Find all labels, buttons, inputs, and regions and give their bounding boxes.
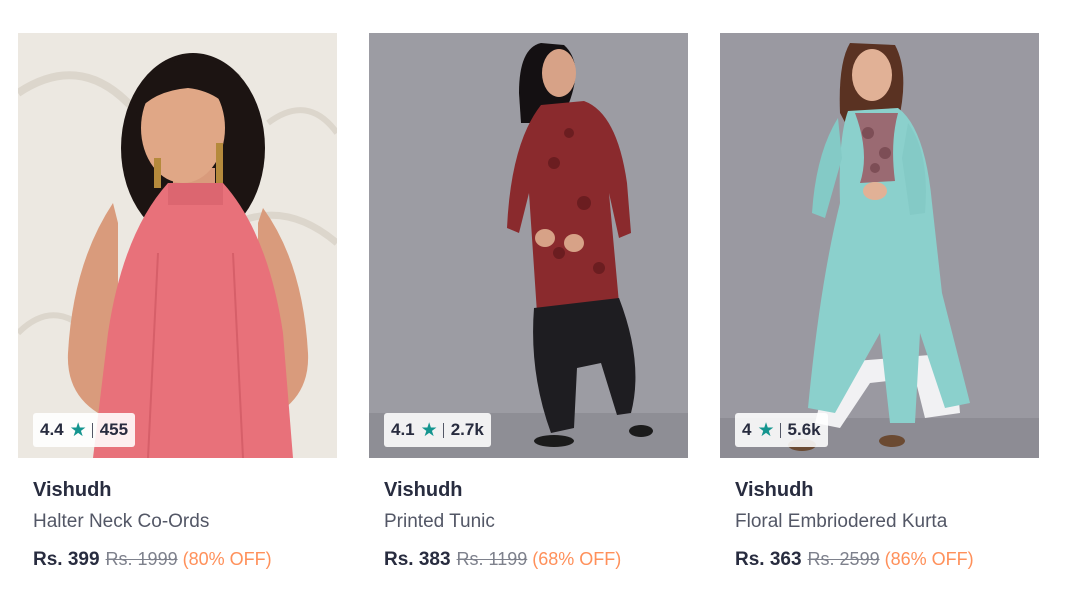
product-image[interactable]: 4.1 ★ 2.7k — [369, 33, 688, 458]
product-price: Rs. 399 — [33, 549, 100, 570]
product-card[interactable]: 4.1 ★ 2.7k Vishudh Printed Tunic Rs. 383… — [369, 33, 688, 573]
product-mrp: Rs. 1999 — [105, 549, 178, 569]
product-card[interactable]: 4 ★ 5.6k Vishudh Floral Embriodered Kurt… — [720, 33, 1039, 573]
rating-badge: 4.1 ★ 2.7k — [384, 413, 491, 447]
product-grid: 4.4 ★ 455 Vishudh Halter Neck Co-Ords Rs… — [0, 0, 1080, 589]
rating-divider — [779, 422, 781, 438]
rating-count: 455 — [99, 420, 129, 439]
rating-value: 4.1 — [391, 420, 415, 439]
product-brand[interactable]: Vishudh — [735, 478, 1039, 502]
rating-badge: 4 ★ 5.6k — [735, 413, 828, 447]
product-name[interactable]: Printed Tunic — [384, 510, 688, 534]
rating-count: 5.6k — [787, 420, 821, 439]
product-price: Rs. 383 — [384, 549, 451, 570]
product-image[interactable]: 4.4 ★ 455 — [18, 33, 337, 458]
product-mrp: Rs. 1199 — [456, 549, 528, 569]
rating-divider — [442, 422, 444, 438]
product-name[interactable]: Halter Neck Co-Ords — [33, 510, 337, 534]
product-mrp: Rs. 2599 — [807, 549, 880, 569]
product-discount: (68% OFF) — [532, 549, 622, 569]
rating-value: 4.4 — [40, 420, 64, 439]
product-card[interactable]: 4.4 ★ 455 Vishudh Halter Neck Co-Ords Rs… — [18, 33, 337, 573]
rating-badge: 4.4 ★ 455 — [33, 413, 136, 447]
product-price-row: Rs. 383 Rs. 1199 (68% OFF) — [384, 547, 688, 572]
product-brand[interactable]: Vishudh — [33, 478, 337, 502]
rating-count: 2.7k — [450, 420, 484, 439]
product-price: Rs. 363 — [735, 549, 802, 570]
product-discount: (86% OFF) — [884, 549, 974, 569]
product-name[interactable]: Floral Embriodered Kurta — [735, 510, 1039, 534]
star-icon: ★ — [757, 419, 775, 441]
star-icon: ★ — [69, 419, 87, 441]
product-discount: (80% OFF) — [182, 549, 272, 569]
star-icon: ★ — [420, 419, 438, 441]
rating-value: 4 — [742, 420, 752, 439]
product-brand[interactable]: Vishudh — [384, 478, 688, 502]
product-price-row: Rs. 399 Rs. 1999 (80% OFF) — [33, 547, 337, 572]
product-price-row: Rs. 363 Rs. 2599 (86% OFF) — [735, 547, 1039, 572]
rating-divider — [91, 422, 93, 438]
product-image[interactable]: 4 ★ 5.6k — [720, 33, 1039, 458]
